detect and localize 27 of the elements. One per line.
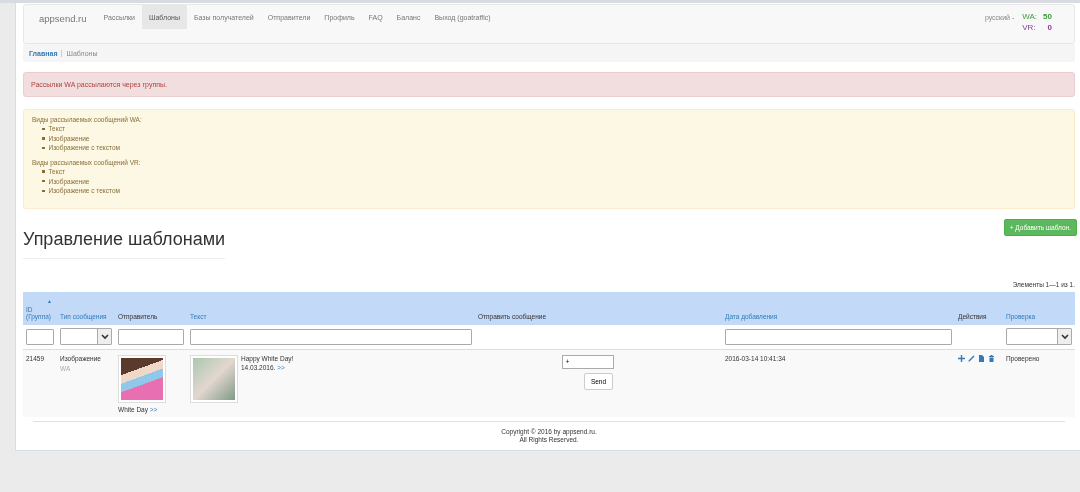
- filter-field[interactable]: [26, 328, 54, 345]
- caret-icon: [100, 333, 109, 341]
- photo-placeholder: [190, 354, 238, 403]
- bullet-icon: [42, 127, 45, 131]
- filter-dropdown[interactable]: [60, 328, 112, 346]
- photo-placeholder: [118, 354, 166, 403]
- filter-field[interactable]: [190, 328, 472, 345]
- filter-dropdown[interactable]: [1006, 328, 1072, 346]
- bullet-icon: [42, 146, 45, 150]
- page-heading: Управление шаблонами: [23, 229, 226, 259]
- trash-icon[interactable]: [988, 354, 995, 362]
- pencil-icon[interactable]: [968, 354, 975, 362]
- document-icon[interactable]: [978, 354, 985, 362]
- balance-label: VR:: [1022, 23, 1037, 32]
- filter-field[interactable]: [118, 328, 184, 345]
- bullet-icon: [42, 179, 45, 183]
- plus-icon[interactable]: [958, 354, 965, 362]
- caret-icon: [1060, 333, 1069, 341]
- balance-label: WA:: [1022, 12, 1038, 21]
- balance-value: 50: [1043, 12, 1052, 21]
- breadcrumb-separator: [61, 49, 63, 57]
- brand-logo[interactable]: appsend.ru: [39, 5, 97, 43]
- bullet-icon: [42, 137, 45, 140]
- balance-value: 0: [1046, 23, 1052, 32]
- bullet-icon: [42, 170, 45, 173]
- bullet-icon: [42, 189, 45, 192]
- filter-field[interactable]: [725, 328, 952, 345]
